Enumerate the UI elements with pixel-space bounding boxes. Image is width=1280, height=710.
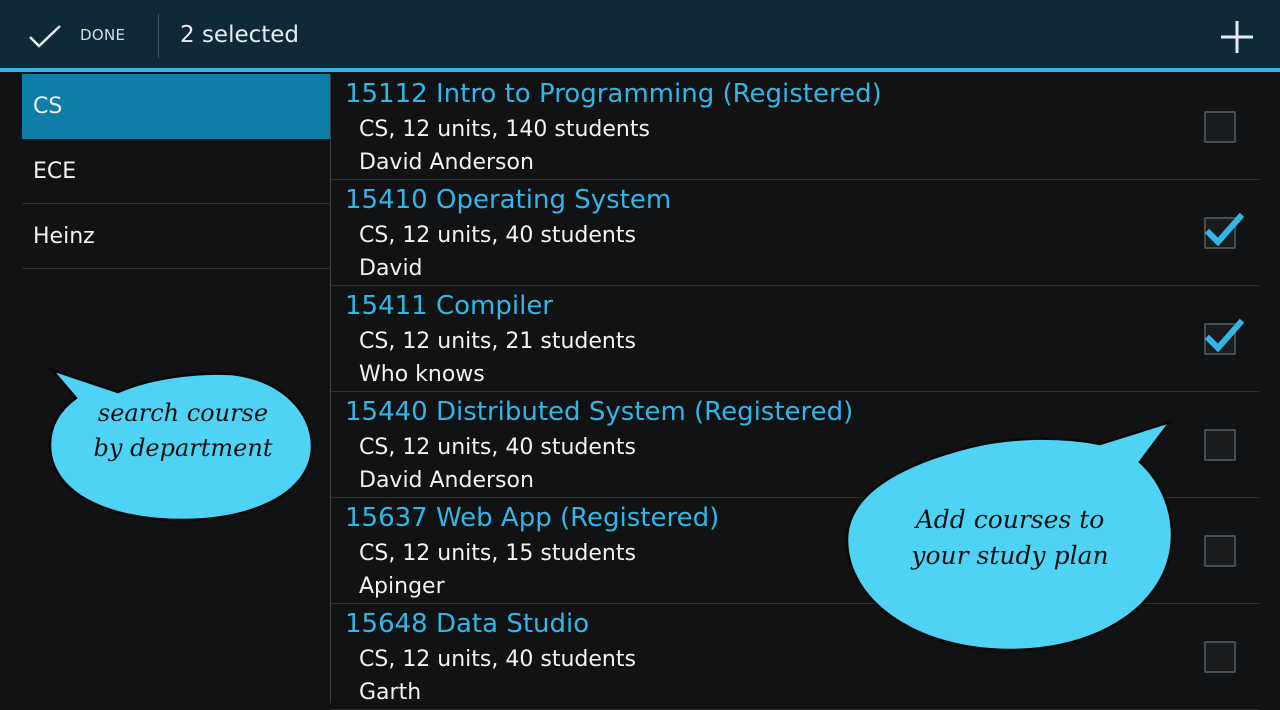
course-meta: CS, 12 units, 21 students (359, 329, 636, 354)
callout-line: Add courses to (915, 505, 1105, 534)
selection-count: 2 selected (180, 22, 300, 48)
department-item-heinz[interactable]: Heinz (22, 204, 330, 269)
add-courses-callout-text: Add courses to your study plan (880, 502, 1140, 575)
course-title: 15440 Distributed System (Registered) (345, 397, 854, 427)
course-list: 15112 Intro to Programming (Registered) … (331, 74, 1259, 710)
course-meta: CS, 12 units, 15 students (359, 541, 636, 566)
department-list: CS ECE Heinz (22, 74, 330, 269)
course-row[interactable]: 15112 Intro to Programming (Registered) … (331, 74, 1259, 180)
course-checkbox[interactable] (1204, 429, 1236, 461)
course-row[interactable]: 15411 Compiler CS, 12 units, 21 students… (331, 286, 1259, 392)
course-title: 15410 Operating System (345, 185, 672, 215)
department-item-ece[interactable]: ECE (22, 139, 330, 204)
course-checkbox[interactable] (1204, 111, 1236, 143)
callout-line: by department (93, 433, 273, 462)
checkmark-icon (1204, 212, 1244, 247)
course-meta: CS, 12 units, 140 students (359, 117, 650, 142)
course-checkbox[interactable] (1204, 318, 1244, 355)
course-instructor: Who knows (359, 362, 485, 387)
department-item-cs[interactable]: CS (22, 74, 330, 139)
check-icon (29, 25, 61, 48)
callout-line: search course (97, 399, 269, 427)
action-bar: DONE 2 selected (0, 0, 1280, 72)
plus-icon[interactable] (1214, 14, 1260, 60)
done-label: DONE (80, 26, 126, 44)
checkmark-icon (1204, 318, 1244, 353)
department-callout-text: search course by department (78, 396, 288, 466)
course-instructor: Garth (359, 680, 422, 705)
done-button[interactable]: DONE (0, 0, 158, 68)
course-title: 15411 Compiler (345, 291, 553, 321)
callout-line: your study plan (911, 541, 1109, 571)
course-checkbox[interactable] (1204, 212, 1244, 249)
course-instructor: David (359, 256, 423, 281)
course-instructor: David Anderson (359, 468, 534, 493)
course-meta: CS, 12 units, 40 students (359, 435, 636, 460)
course-row[interactable]: 15440 Distributed System (Registered) CS… (331, 392, 1259, 498)
course-instructor: Apinger (359, 574, 445, 599)
course-title: 15648 Data Studio (345, 609, 590, 639)
action-bar-divider (158, 14, 159, 58)
course-row[interactable]: 15410 Operating System CS, 12 units, 40 … (331, 180, 1259, 286)
course-instructor: David Anderson (359, 150, 534, 175)
course-title: 15637 Web App (Registered) (345, 503, 720, 533)
course-meta: CS, 12 units, 40 students (359, 223, 636, 248)
course-row[interactable]: 15648 Data Studio CS, 12 units, 40 stude… (331, 604, 1259, 710)
course-title: 15112 Intro to Programming (Registered) (345, 79, 882, 109)
course-checkbox[interactable] (1204, 641, 1236, 673)
course-checkbox[interactable] (1204, 535, 1236, 567)
course-meta: CS, 12 units, 40 students (359, 647, 636, 672)
